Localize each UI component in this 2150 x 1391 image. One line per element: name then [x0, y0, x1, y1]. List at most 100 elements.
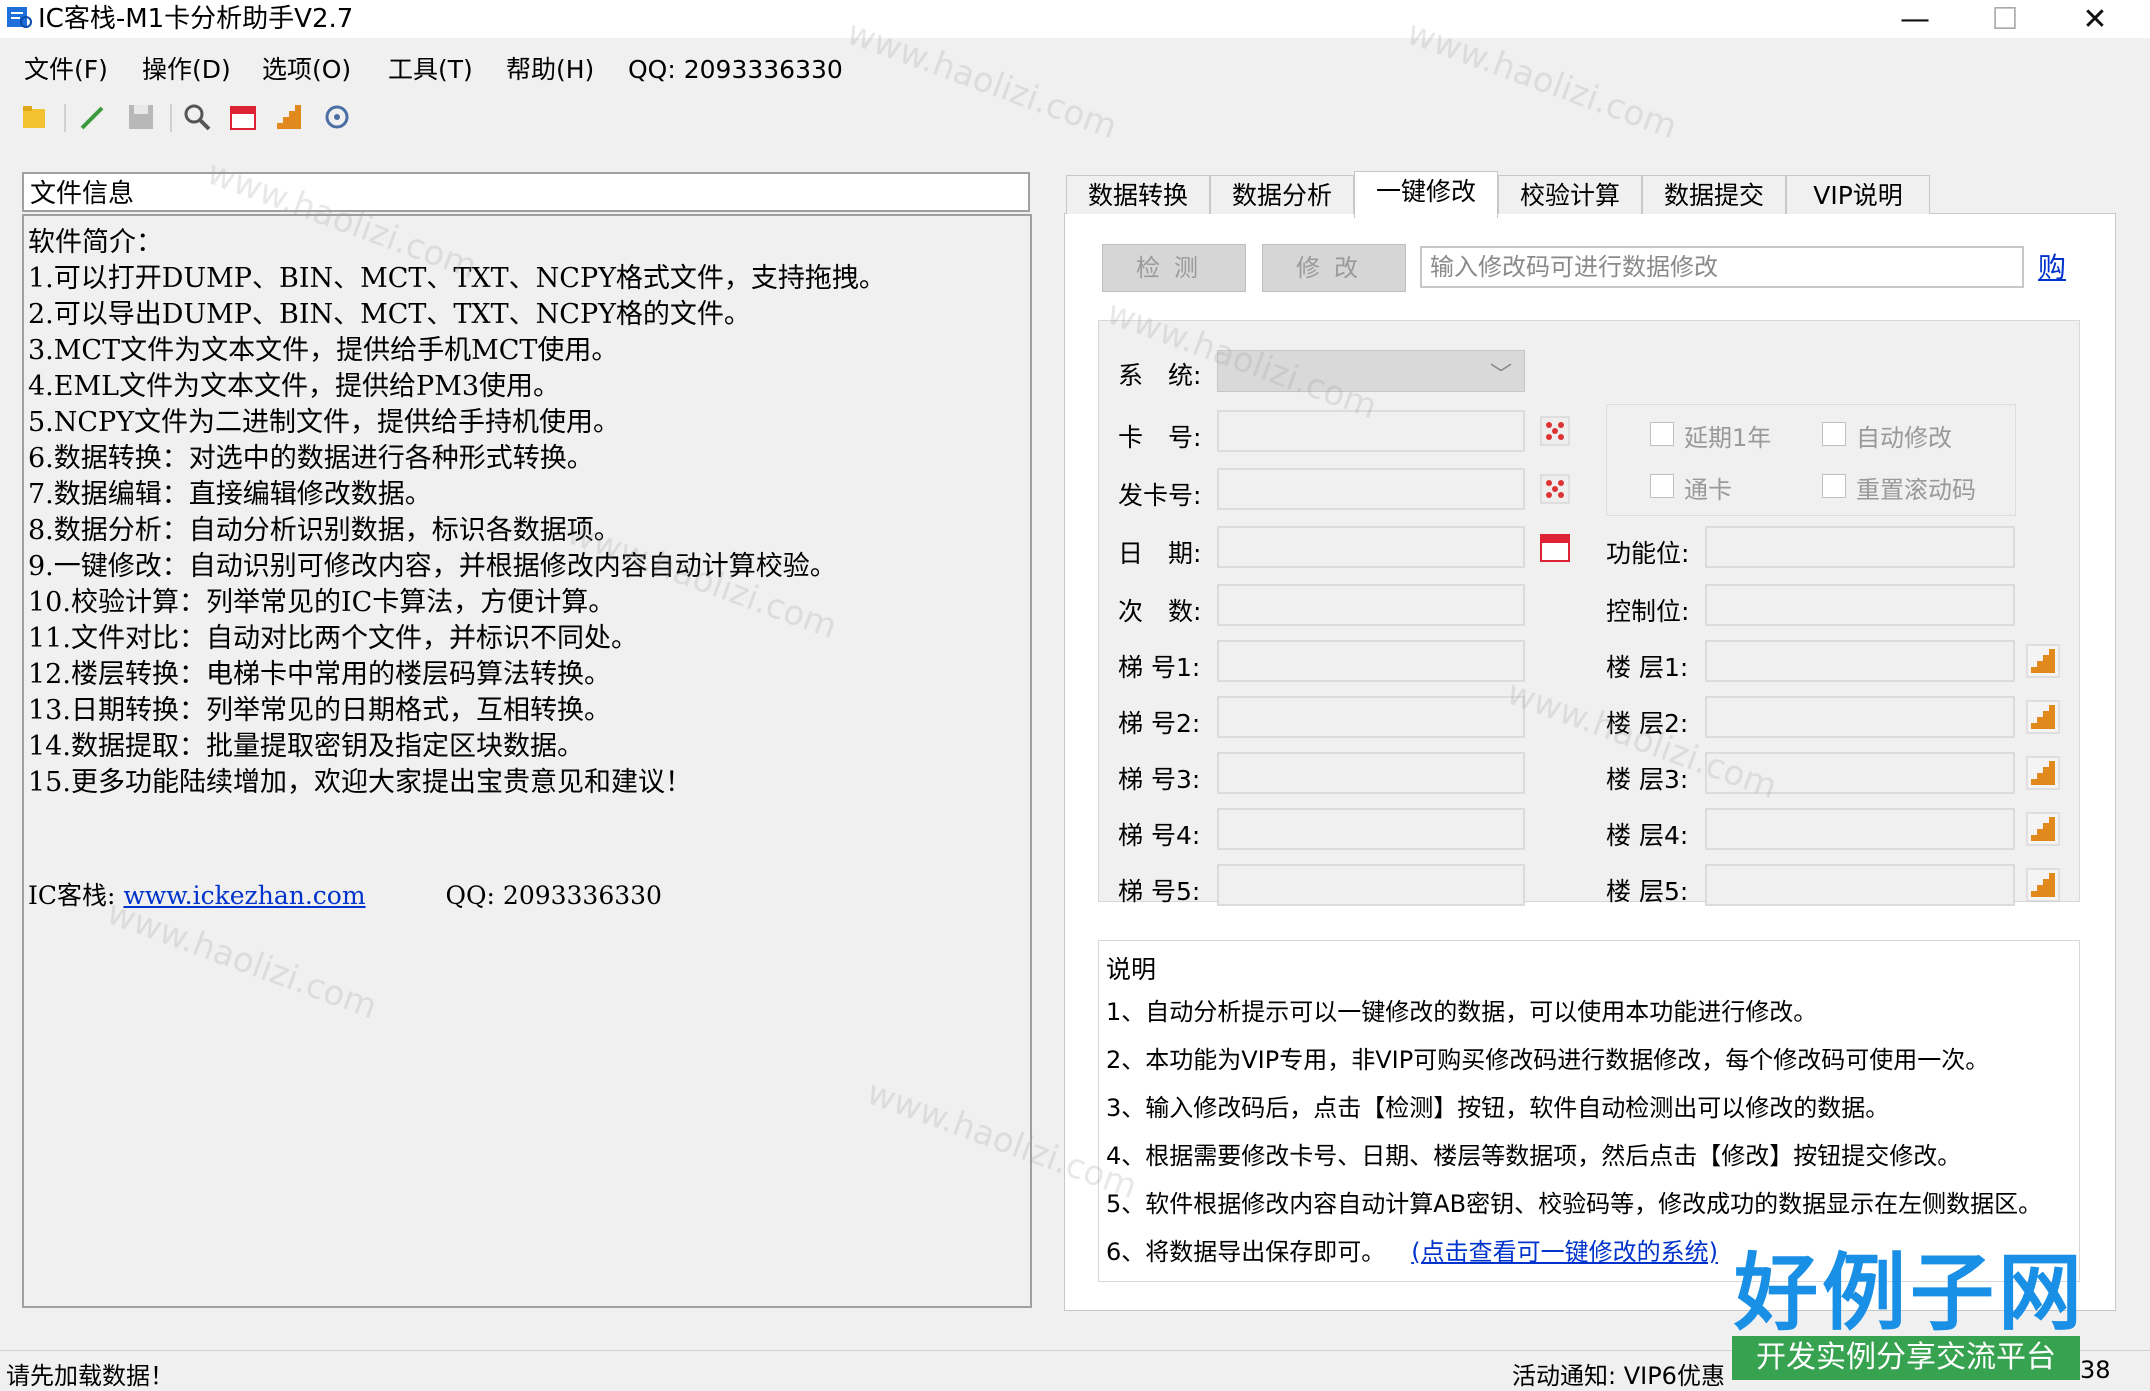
intro-line: 8.数据分析：自动分析识别数据，标识各数据项。	[28, 515, 621, 546]
maximize-button[interactable]: ☐	[1960, 0, 2050, 38]
random-dice-icon[interactable]	[1538, 472, 1572, 506]
chevron-down-icon: ﹀	[1489, 363, 1512, 388]
intro-line: 2.可以导出DUMP、BIN、MCT、TXT、NCPY格的文件。	[28, 299, 751, 330]
auto-modify-label: 自动修改	[1856, 424, 1952, 452]
date-label: 日 期:	[1118, 539, 1202, 568]
floor-4-label: 楼 层4:	[1606, 821, 1689, 850]
stairs-icon[interactable]	[2026, 644, 2060, 678]
modify-button[interactable]: 修改	[1262, 244, 1406, 292]
floor-1-label: 楼 层1:	[1606, 653, 1689, 682]
random-dice-icon[interactable]	[1538, 414, 1572, 448]
menu-tools[interactable]: 工具(T)	[388, 50, 473, 90]
tab-data-submit[interactable]: 数据提交	[1642, 175, 1786, 214]
issuer-no-label: 发卡号:	[1118, 481, 1202, 510]
intro-line: 13.日期转换：列举常见的日期格式，互相转换。	[28, 695, 611, 726]
site-info-line: IC客栈: www.ickezhan.com QQ: 2093336330	[28, 876, 662, 912]
elevator-1-label: 梯 号1:	[1118, 653, 1201, 682]
note-text: 6、将数据导出保存即可。	[1106, 1238, 1386, 1266]
site-label: IC客栈:	[28, 881, 116, 910]
menu-qq: QQ: 2093336330	[628, 55, 843, 84]
floor-1-field[interactable]	[1705, 640, 2015, 682]
date-field[interactable]	[1217, 526, 1525, 568]
tab-vip-info[interactable]: VIP说明	[1786, 175, 1930, 214]
ctrl-bits-field[interactable]	[1705, 584, 2015, 626]
intro-line: 11.文件对比：自动对比两个文件，并标识不同处。	[28, 623, 638, 654]
extend-year-checkbox[interactable]	[1650, 422, 1674, 446]
reset-rolling-checkbox[interactable]	[1822, 474, 1846, 498]
stairs-icon[interactable]	[2026, 700, 2060, 734]
elevator-2-field[interactable]	[1217, 696, 1525, 738]
qq-info: QQ: 2093336330	[445, 881, 662, 910]
floor-5-field[interactable]	[1705, 864, 2015, 906]
calendar-icon[interactable]	[228, 102, 258, 132]
intro-line: 12.楼层转换：电梯卡中常用的楼层码算法转换。	[28, 659, 611, 690]
notes-title: 说明	[1106, 955, 1157, 984]
elevator-2-label: 梯 号2:	[1118, 709, 1201, 738]
open-folder-icon[interactable]	[20, 102, 50, 132]
minimize-button[interactable]: —	[1870, 0, 1960, 38]
extend-year-label: 延期1年	[1684, 424, 1772, 452]
ctrl-bits-label: 控制位:	[1606, 597, 1690, 626]
elevator-5-field[interactable]	[1217, 864, 1525, 906]
intro-line: 5.NCPY文件为二进制文件，提供给手持机使用。	[28, 407, 621, 438]
supported-systems-link[interactable]: (点击查看可一键修改的系统)	[1411, 1238, 1718, 1266]
stairs-icon[interactable]	[2026, 868, 2060, 902]
toolbar-separator	[170, 104, 172, 132]
system-select[interactable]: ﹀	[1217, 350, 1525, 392]
stairs-icon[interactable]	[2026, 756, 2060, 790]
floor-4-field[interactable]	[1705, 808, 2015, 850]
file-info-textbox[interactable]: 软件简介： 1.可以打开DUMP、BIN、MCT、TXT、NCPY格式文件，支持…	[22, 214, 1032, 1308]
universal-card-checkbox[interactable]	[1650, 474, 1674, 498]
intro-line: 3.MCT文件为文本文件，提供给手机MCT使用。	[28, 335, 619, 366]
intro-line: 1.可以打开DUMP、BIN、MCT、TXT、NCPY格式文件，支持拖拽。	[28, 263, 886, 294]
stairs-icon[interactable]	[2026, 812, 2060, 846]
card-no-field[interactable]	[1217, 410, 1525, 452]
app-icon	[7, 7, 32, 28]
save-disk-icon[interactable]	[126, 102, 156, 132]
intro-line: 9.一键修改：自动识别可修改内容，并根据修改内容自动计算校验。	[28, 551, 837, 582]
close-button[interactable]: ✕	[2050, 0, 2140, 38]
tab-one-click-edit[interactable]: 一键修改	[1354, 171, 1498, 218]
menu-help[interactable]: 帮助(H)	[506, 50, 594, 90]
menu-operate[interactable]: 操作(D)	[142, 50, 231, 90]
intro-line: 7.数据编辑：直接编辑修改数据。	[28, 479, 432, 510]
activity-notice[interactable]: 活动通知: VIP6优惠	[1512, 1356, 1725, 1391]
search-icon[interactable]	[182, 102, 212, 132]
menu-options[interactable]: 选项(O)	[262, 50, 351, 90]
status-message: 请先加载数据！	[6, 1362, 174, 1390]
detect-button[interactable]: 检测	[1102, 244, 1246, 292]
func-bits-label: 功能位:	[1606, 539, 1690, 568]
note-line: 5、软件根据修改内容自动计算AB密钥、校验码等，修改成功的数据显示在左侧数据区。	[1106, 1190, 2043, 1218]
intro-line: 14.数据提取：批量提取密钥及指定区块数据。	[28, 731, 584, 762]
note-line-last: 6、将数据导出保存即可。 (点击查看可一键修改的系统)	[1106, 1232, 1718, 1267]
menu-file[interactable]: 文件(F)	[24, 50, 108, 90]
tab-checksum[interactable]: 校验计算	[1498, 175, 1642, 214]
card-no-label: 卡 号:	[1118, 423, 1202, 452]
elevator-4-field[interactable]	[1217, 808, 1525, 850]
calendar-icon[interactable]	[1538, 530, 1572, 564]
intro-line: 软件简介：	[28, 227, 163, 258]
pencil-icon[interactable]	[78, 102, 108, 132]
func-bits-field[interactable]	[1705, 526, 2015, 568]
toolbar-separator	[64, 104, 66, 132]
floor-2-field[interactable]	[1705, 696, 2015, 738]
intro-line: 10.校验计算：列举常见的IC卡算法，方便计算。	[28, 587, 616, 618]
modify-code-input[interactable]: 输入修改码可进行数据修改	[1420, 246, 2024, 288]
tab-data-analysis[interactable]: 数据分析	[1210, 175, 1354, 214]
settings-icon[interactable]	[322, 102, 352, 132]
auto-modify-checkbox[interactable]	[1822, 422, 1846, 446]
elevator-5-label: 梯 号5:	[1118, 877, 1201, 906]
universal-card-label: 通卡	[1684, 476, 1732, 504]
note-line: 1、自动分析提示可以一键修改的数据，可以使用本功能进行修改。	[1106, 998, 1818, 1026]
elevator-1-field[interactable]	[1217, 640, 1525, 682]
site-link[interactable]: www.ickezhan.com	[123, 881, 365, 910]
elevator-3-label: 梯 号3:	[1118, 765, 1201, 794]
count-field[interactable]	[1217, 584, 1525, 626]
elevator-3-field[interactable]	[1217, 752, 1525, 794]
buy-link[interactable]: 购	[2038, 246, 2066, 286]
stairs-icon[interactable]	[274, 102, 304, 132]
floor-3-field[interactable]	[1705, 752, 2015, 794]
intro-line: 4.EML文件为文本文件，提供给PM3使用。	[28, 371, 561, 402]
issuer-no-field[interactable]	[1217, 468, 1525, 510]
tab-data-convert[interactable]: 数据转换	[1066, 175, 1210, 214]
